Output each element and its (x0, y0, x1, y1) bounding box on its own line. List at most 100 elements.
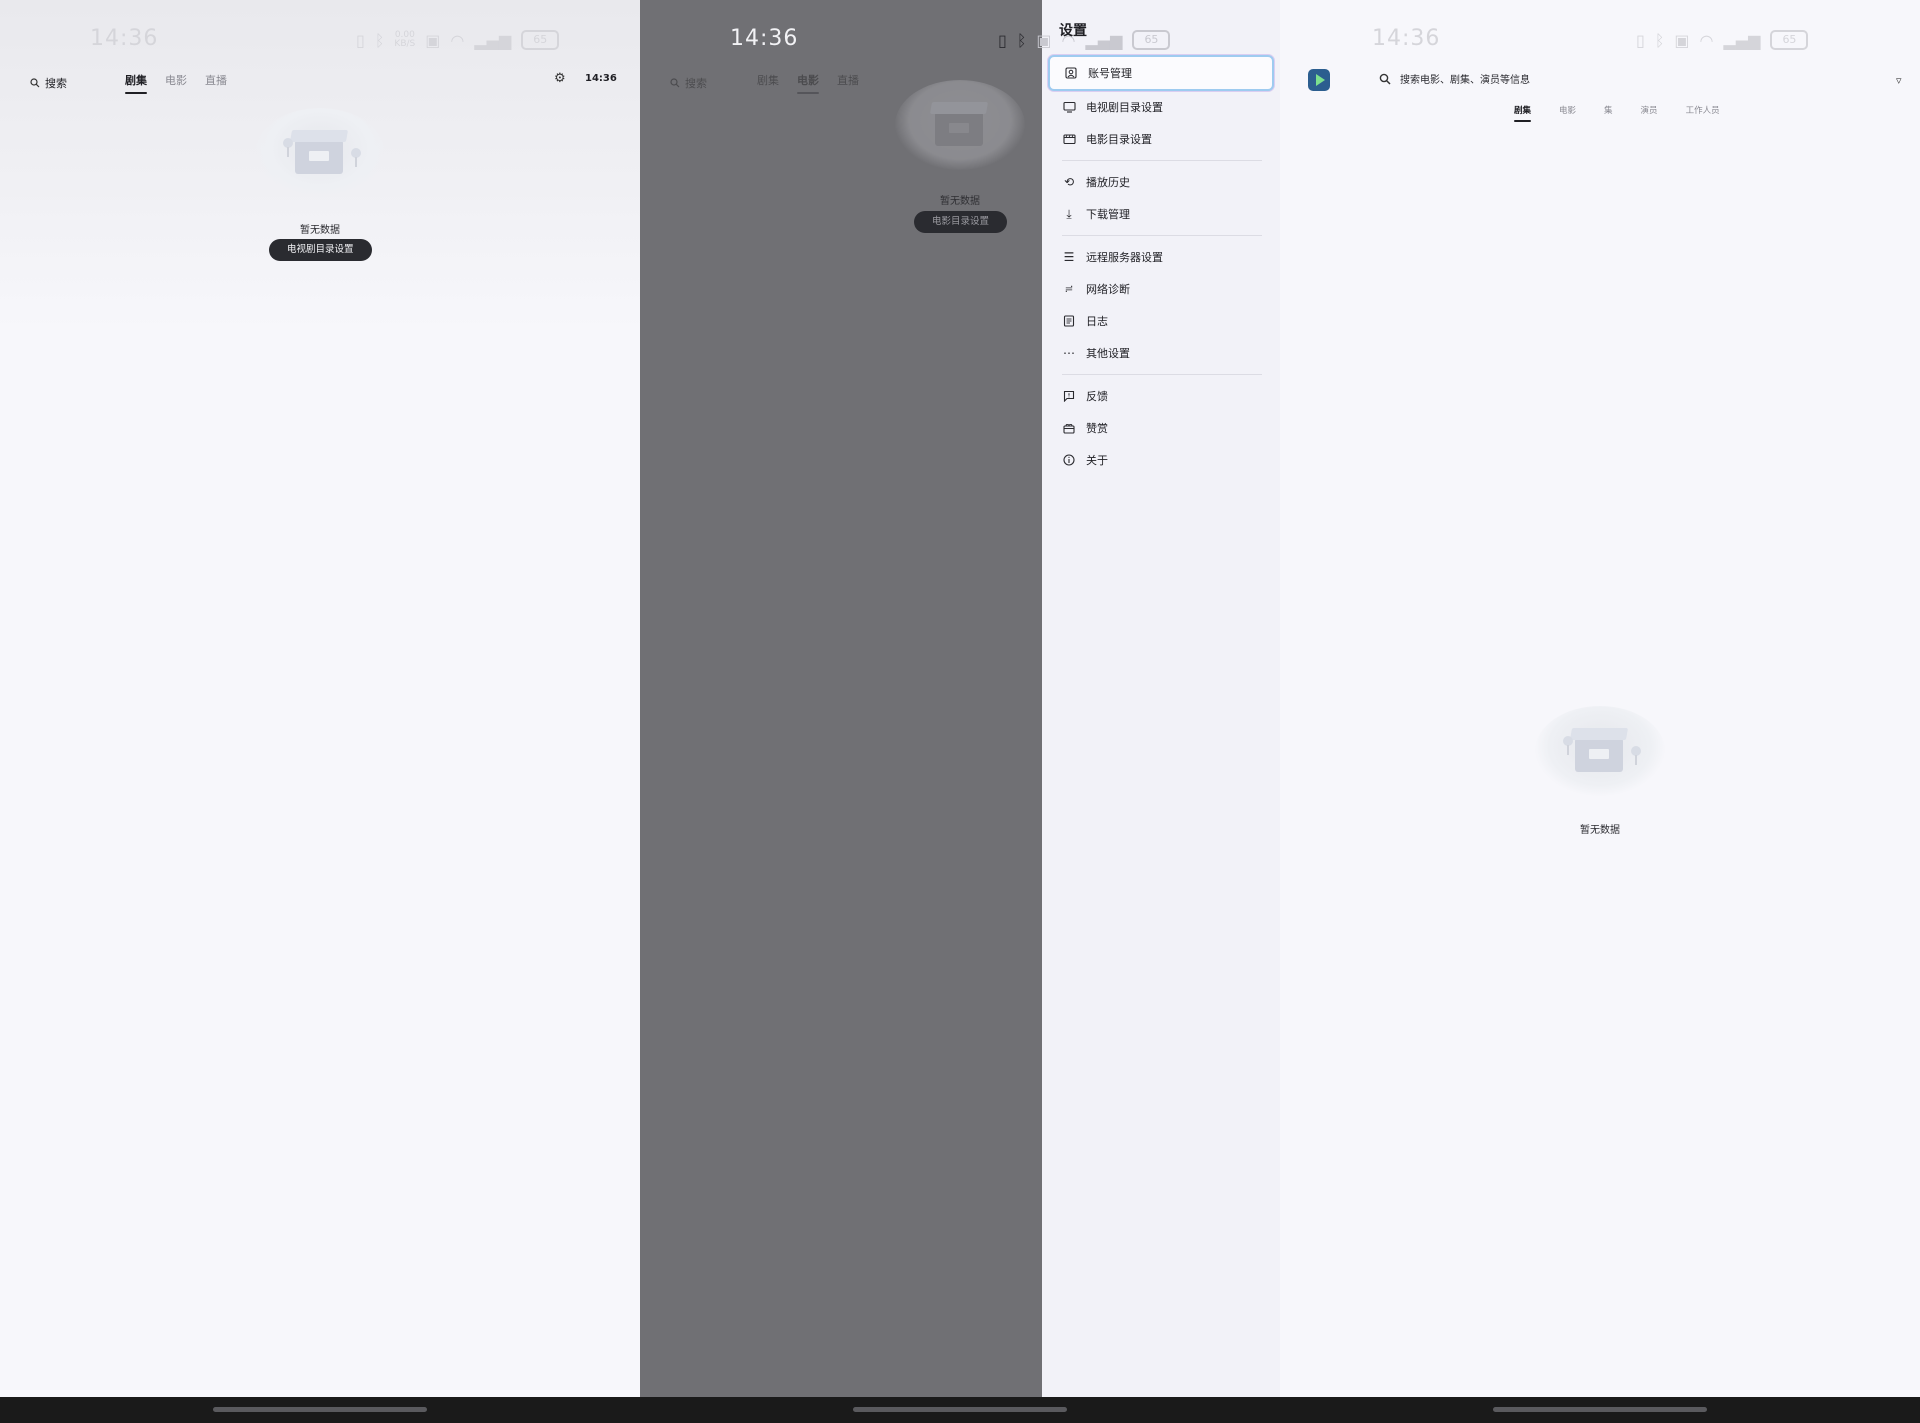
status-icons: ▯ ᛒ 0.00 KB/S ▣ ◠ ▂▄▆ 65 (356, 30, 560, 50)
bluetooth-icon: ᛒ (1016, 30, 1027, 50)
movie-clapper-icon (1062, 132, 1076, 146)
history-icon: ⟲ (1063, 175, 1075, 189)
hd-icon: ▣ (1674, 30, 1690, 50)
bluetooth-icon: ᛒ (1654, 30, 1665, 50)
menu-divider (1062, 235, 1262, 236)
tv-directory-settings-button[interactable]: 电视剧目录设置 (269, 239, 372, 261)
menu-item-account[interactable]: 账号管理 (1048, 55, 1274, 91)
home-indicator[interactable] (213, 1407, 427, 1412)
status-icons: ▯ ᛒ ▣ ◠ ▂▄▆ 65 (998, 30, 1171, 50)
status-time: 14:36 (90, 26, 159, 51)
tv-icon (1062, 100, 1076, 114)
search-placeholder: 搜索电影、剧集、演员等信息 (1400, 75, 1530, 86)
menu-item-appreciate[interactable]: 赞赏 (1048, 412, 1274, 444)
vibrate-icon: ▯ (998, 30, 1007, 50)
status-bar: 14:36 ▯ ᛒ ▣ ◠ ▂▄▆ 65 (640, 26, 1280, 56)
tab-live-dim: 直播 (837, 74, 859, 87)
menu-item-tv-directory[interactable]: 电视剧目录设置 (1048, 91, 1274, 123)
menu-item-play-history[interactable]: ⟲ 播放历史 (1048, 166, 1274, 198)
net-speed: 0.00 KB/S (394, 30, 416, 49)
hd-icon: ▣ (425, 30, 441, 50)
signal-icon: ▂▄▆ (1723, 30, 1761, 50)
tab-movies-dim: 电影 (797, 72, 819, 94)
status-time: 14:36 (730, 26, 799, 51)
search-button[interactable]: 搜索 (30, 75, 67, 91)
home-indicator[interactable] (1493, 1407, 1707, 1412)
feedback-icon (1062, 389, 1076, 403)
dim-overlay[interactable]: 搜索 剧集 电影 直播 暂无数据 电影目录设置 (640, 0, 1042, 1397)
menu-divider (1062, 160, 1262, 161)
menu-item-other-settings[interactable]: ⋯ 其他设置 (1048, 337, 1274, 369)
vibrate-icon: ▯ (356, 30, 365, 50)
search-icon (1379, 73, 1391, 85)
search-label: 搜索 (45, 77, 67, 90)
settings-drawer: 设置 账号管理 电视剧目录设置 电影目录设置 ⟲ 播放历史 ⤓ 下载管理 ☰ 远… (1042, 0, 1280, 1397)
empty-illustration-dim (895, 80, 1025, 170)
gift-icon (1062, 421, 1076, 435)
battery-icon: 65 (1770, 30, 1809, 50)
signal-icon: ▂▄▆ (474, 30, 512, 50)
download-icon: ⤓ (1066, 206, 1072, 221)
vibrate-icon: ▯ (1636, 30, 1645, 50)
bluetooth-icon: ᛒ (374, 30, 385, 50)
menu-item-network-diagnosis[interactable]: ≓ 网络诊断 (1048, 273, 1274, 305)
wifi-icon: ◠ (450, 30, 465, 50)
tab-series[interactable]: 剧集 (125, 72, 147, 94)
settings-drawer-panel: 搜索 剧集 电影 直播 搜索 剧集 电影 直播 (640, 0, 1280, 1397)
header-clock: 14:36 (585, 73, 617, 84)
tab-series-dim: 剧集 (757, 74, 779, 87)
box-graphic (1575, 738, 1623, 772)
search-input[interactable]: 搜索电影、剧集、演员等信息 (1379, 71, 1530, 86)
search-icon (30, 78, 40, 88)
menu-item-remote-server[interactable]: ☰ 远程服务器设置 (1048, 241, 1274, 273)
home-indicator[interactable] (853, 1407, 1067, 1412)
search-icon (670, 78, 680, 88)
menu-item-downloads[interactable]: ⤓ 下载管理 (1048, 198, 1274, 230)
top-nav: 搜索 剧集 电影 直播 (30, 71, 245, 95)
status-time: 14:36 (1372, 26, 1441, 51)
info-icon (1062, 453, 1076, 467)
status-bar: 14:36 ▯ ᛒ ▣ ◠ ▂▄▆ 65 (1280, 26, 1920, 56)
hd-icon: ▣ (1036, 30, 1052, 50)
tab-movies[interactable]: 电影 (1559, 104, 1576, 122)
menu-item-movie-directory[interactable]: 电影目录设置 (1048, 123, 1274, 155)
movie-directory-settings-button: 电影目录设置 (914, 211, 1008, 233)
account-box-icon (1064, 66, 1078, 80)
wifi-icon: ◠ (1061, 30, 1076, 50)
empty-illustration (255, 108, 385, 198)
search-label-dim: 搜索 (670, 75, 707, 91)
empty-state-text: 暂无数据 (300, 225, 340, 236)
wifi-icon: ◠ (1699, 30, 1714, 50)
settings-menu: 账号管理 电视剧目录设置 电影目录设置 ⟲ 播放历史 ⤓ 下载管理 ☰ 远程服务… (1048, 55, 1274, 476)
log-document-icon (1062, 314, 1076, 328)
tab-series[interactable]: 剧集 (1514, 104, 1532, 122)
box-graphic (295, 140, 343, 174)
menu-item-feedback[interactable]: 反馈 (1048, 380, 1274, 412)
menu-divider (1062, 374, 1262, 375)
network-check-icon: ≓ (1064, 283, 1074, 295)
battery-icon: 65 (521, 30, 560, 50)
status-icons: ▯ ᛒ ▣ ◠ ▂▄▆ 65 (1636, 30, 1809, 50)
empty-state-text: 暂无数据 (1580, 825, 1620, 836)
search-category-tabs: 剧集 电影 集 演员 工作人员 (1514, 104, 1748, 122)
more-horizontal-icon: ⋯ (1063, 346, 1075, 360)
search-screen-panel: 14:36 ▯ ᛒ ▣ ◠ ▂▄▆ 65 搜索电影、剧集、演员等信息 ▿ 剧集 … (1280, 0, 1920, 1397)
menu-item-about[interactable]: 关于 (1048, 444, 1274, 476)
menu-item-log[interactable]: 日志 (1048, 305, 1274, 337)
tab-actors[interactable]: 演员 (1641, 104, 1658, 122)
empty-state-text-dim: 暂无数据 (940, 196, 980, 207)
signal-icon: ▂▄▆ (1085, 30, 1123, 50)
filter-icon[interactable]: ▿ (1896, 74, 1902, 87)
app-logo-icon[interactable] (1308, 69, 1330, 91)
tab-staff[interactable]: 工作人员 (1686, 104, 1720, 122)
gear-icon[interactable]: ⚙ (554, 71, 566, 86)
status-bar: 14:36 ▯ ᛒ 0.00 KB/S ▣ ◠ ▂▄▆ 65 (0, 26, 640, 56)
home-screen-panel: 14:36 ▯ ᛒ 0.00 KB/S ▣ ◠ ▂▄▆ 65 搜索 剧集 电影 直… (0, 0, 640, 1397)
tab-live[interactable]: 直播 (205, 72, 227, 94)
tab-episodes[interactable]: 集 (1604, 104, 1613, 122)
tab-movies[interactable]: 电影 (165, 72, 187, 94)
server-list-icon: ☰ (1063, 250, 1075, 264)
empty-illustration (1535, 706, 1665, 796)
top-nav-dimmed-visible: 搜索 剧集 电影 直播 (670, 71, 877, 95)
battery-icon: 65 (1132, 30, 1171, 50)
